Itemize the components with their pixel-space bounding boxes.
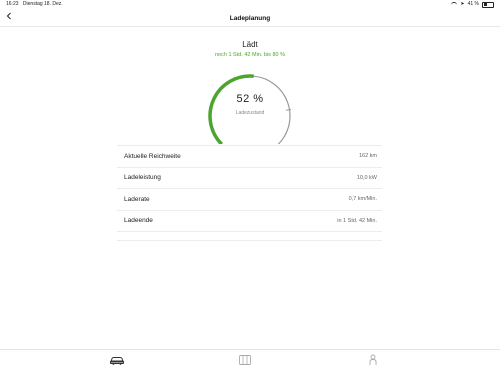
info-value: 0,7 km/Min. — [348, 196, 377, 202]
list-bottom-divider — [117, 240, 382, 241]
battery-level — [483, 3, 487, 6]
battery-icon — [482, 1, 494, 8]
wifi-icon — [451, 2, 458, 7]
charge-gauge: 52 % Ladezustand — [200, 74, 300, 144]
info-row-charging-power: Ladeleistung 10,0 kW — [117, 166, 382, 189]
nav-divider — [0, 26, 500, 27]
info-label: Ladeende — [124, 217, 153, 224]
charge-percentage: 52 % — [236, 93, 264, 105]
info-label: Laderate — [124, 195, 150, 203]
person-icon — [369, 354, 377, 365]
info-row-range: Aktuelle Reichweite 162 km — [117, 145, 382, 167]
status-date: Dienstag 18. Dez. — [22, 1, 63, 7]
info-value: 10,0 kW — [356, 174, 377, 181]
location-arrow-icon: ➤ — [460, 1, 465, 7]
tab-car[interactable] — [109, 354, 125, 366]
info-value: in 1 Std. 42 Min. — [337, 217, 377, 224]
charging-info-list: Aktuelle Reichweite 162 km Ladeleistung … — [117, 145, 382, 232]
status-right: ➤ 41 % — [451, 0, 494, 9]
navigation-bar: Ladeplanung — [0, 9, 500, 27]
car-icon — [110, 357, 124, 365]
charging-remaining-time: noch 1 Std. 42 Min. bis 80 % — [214, 52, 285, 58]
charge-gauge-svg — [208, 74, 292, 144]
map-icon — [239, 355, 251, 365]
info-label: Ladeleistung — [124, 174, 161, 181]
status-left: 16:23 Dienstag 18. Dez. — [6, 0, 63, 9]
info-label: Aktuelle Reichweite — [124, 152, 181, 160]
status-time: 16:23 — [6, 1, 19, 7]
battery-percent: 41 % — [467, 1, 479, 7]
info-value: 162 km — [358, 153, 377, 159]
info-row-charging-rate: Laderate 0,7 km/Min. — [117, 188, 382, 210]
charge-gauge-label: Ladezustand — [235, 110, 265, 116]
info-row-charging-end: Ladeende in 1 Std. 42 Min. — [117, 209, 382, 232]
charging-status: Lädt — [242, 40, 258, 49]
tab-bar — [0, 349, 500, 375]
page-title: Ladeplanung — [229, 15, 271, 22]
tab-map[interactable] — [237, 354, 253, 366]
tab-profile[interactable] — [365, 354, 381, 366]
status-bar: 16:23 Dienstag 18. Dez. ➤ 41 % — [0, 0, 500, 9]
